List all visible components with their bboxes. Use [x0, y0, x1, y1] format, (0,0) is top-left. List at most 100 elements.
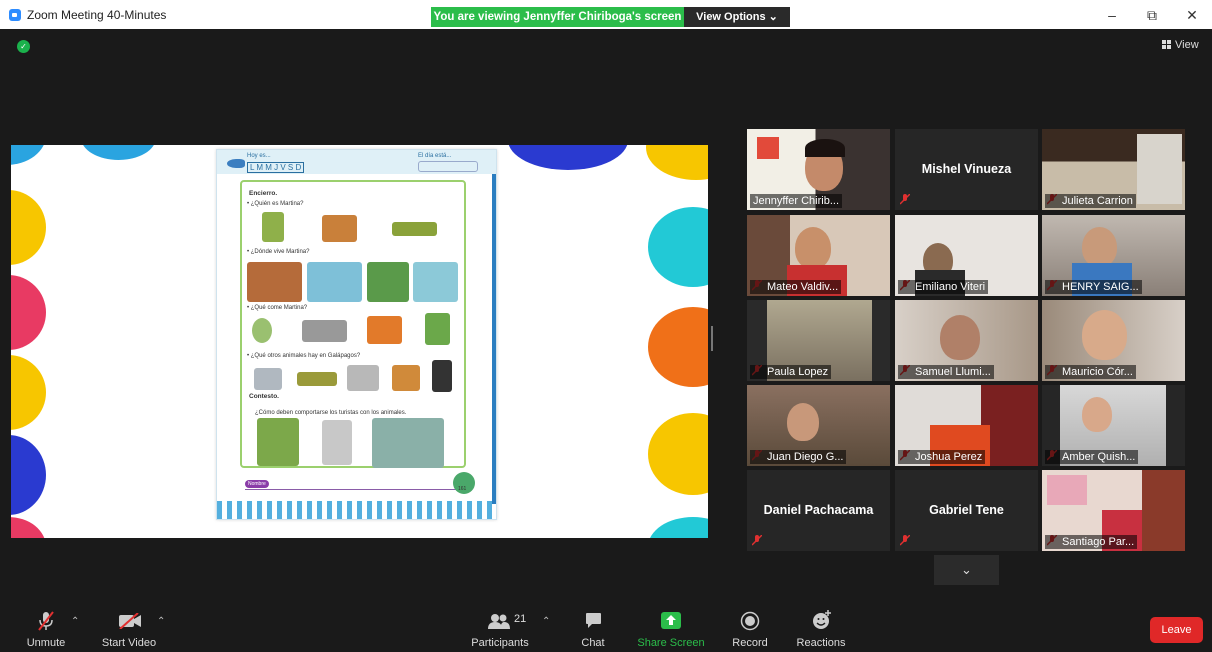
meeting-stage: ✓ View Hoy es... L M M J V S D El día es…: [0, 29, 1212, 602]
participant-name: Juan Diego G...: [750, 450, 847, 464]
view-layout-label: View: [1175, 39, 1199, 51]
participant-tile[interactable]: Amber Quish...: [1042, 385, 1185, 466]
decor-dot: [648, 517, 708, 538]
participant-tile[interactable]: Gabriel Tene: [895, 470, 1038, 551]
microphone-muted-icon: [38, 611, 54, 631]
participant-face: [795, 227, 831, 269]
participants-button[interactable]: 21 Participants: [466, 602, 534, 652]
participant-tile[interactable]: Emiliano Viteri: [895, 215, 1038, 296]
share-screen-button[interactable]: Share Screen: [636, 602, 706, 652]
reactions-button[interactable]: Reactions: [794, 602, 848, 652]
participant-tile[interactable]: Daniel Pachacama: [747, 470, 890, 551]
lettuce-image: [252, 318, 272, 343]
participant-tile[interactable]: Joshua Perez: [895, 385, 1038, 466]
unmute-button[interactable]: Unmute: [20, 602, 72, 652]
fish-icon: [227, 159, 245, 168]
participant-tile[interactable]: Julieta Carrion: [1042, 129, 1185, 210]
forest-image: [367, 262, 409, 302]
participant-face: [787, 403, 819, 441]
fruits-image: [367, 316, 402, 344]
mic-muted-icon: [752, 535, 762, 546]
page-number: 161: [458, 486, 467, 492]
chat-icon: [586, 613, 601, 628]
participant-tile[interactable]: Santiago Par...: [1042, 470, 1185, 551]
gallery-next-page-button[interactable]: ⌄: [934, 555, 999, 585]
participant-tile[interactable]: Paula Lopez: [747, 300, 890, 381]
participant-tile[interactable]: Juan Diego G...: [747, 385, 890, 466]
view-layout-button[interactable]: View: [1162, 39, 1199, 51]
participant-name: Emiliano Viteri: [898, 280, 989, 294]
nombre-label: Nombre: [245, 480, 269, 488]
house-image: [247, 262, 302, 302]
close-window-button[interactable]: ✕: [1177, 4, 1207, 26]
security-shield-icon[interactable]: ✓: [17, 40, 30, 53]
hair: [805, 139, 845, 157]
window-light: [1137, 134, 1182, 204]
share-screen-icon: [661, 612, 681, 629]
tortoise-rider-image: [257, 418, 299, 466]
participant-tile[interactable]: Mauricio Cór...: [1042, 300, 1185, 381]
participant-name: Joshua Perez: [898, 450, 986, 464]
viewing-screen-banner: You are viewing Jennyffer Chiriboga's sc…: [431, 7, 684, 27]
participants-options-caret[interactable]: ⌃: [542, 616, 550, 627]
participant-name: Daniel Pachacama: [763, 503, 874, 517]
dia-esta-label: El día está...: [418, 153, 452, 159]
participants-icon: [488, 614, 510, 629]
video-options-caret[interactable]: ⌃: [157, 616, 165, 627]
decor-dot: [646, 145, 708, 180]
meeting-toolbar: Unmute ⌃ Start Video ⌃ 21 Participants ⌃…: [0, 602, 1212, 652]
weather-icons: [418, 161, 478, 172]
sea-lion-image: [322, 215, 357, 242]
participant-tile[interactable]: Samuel Llumi...: [895, 300, 1038, 381]
participant-face: [940, 315, 980, 360]
decor-dot: [11, 517, 46, 538]
chevron-down-icon: ⌄: [961, 562, 972, 577]
participants-label: Participants: [471, 637, 529, 649]
participant-name: Paula Lopez: [750, 365, 832, 379]
leave-meeting-button[interactable]: Leave: [1150, 617, 1203, 643]
decor-dot: [11, 190, 46, 265]
participant-tile[interactable]: HENRY SAIG...: [1042, 215, 1185, 296]
fish-group-image: [302, 320, 347, 342]
worksheet-page: Hoy es... L M M J V S D El día está... E…: [216, 149, 497, 520]
restore-button[interactable]: ⧉: [1137, 4, 1167, 26]
minimize-button[interactable]: –: [1097, 4, 1127, 26]
section-encierro: Encierro.: [249, 190, 278, 197]
hoy-es-label: Hoy es...: [247, 153, 271, 159]
participant-tile[interactable]: Mishel Vinueza: [895, 129, 1038, 210]
wall-pictures: [1047, 475, 1087, 505]
participant-name: Amber Quish...: [1045, 450, 1139, 464]
audio-options-caret[interactable]: ⌃: [71, 616, 79, 627]
share-screen-label: Share Screen: [637, 637, 705, 649]
participant-name: Samuel Llumi...: [898, 365, 994, 379]
window-titlebar: Zoom Meeting 40-Minutes You are viewing …: [0, 0, 1212, 29]
decor-dot: [508, 145, 628, 170]
record-button[interactable]: Record: [728, 602, 772, 652]
section-contesto: Contesto.: [249, 393, 279, 400]
pond-image: [413, 262, 458, 302]
mic-muted-icon: [900, 535, 910, 546]
panel-splitter-handle[interactable]: [711, 326, 713, 351]
participant-name: Mishel Vinueza: [921, 162, 1012, 176]
iguana-image: [392, 222, 437, 236]
record-icon: [740, 611, 760, 631]
shared-screen[interactable]: Hoy es... L M M J V S D El día está... E…: [11, 145, 708, 538]
chat-button[interactable]: Chat: [574, 602, 612, 652]
decor-dot: [11, 275, 46, 350]
page-side-bar: [492, 174, 496, 504]
participant-name: Santiago Par...: [1045, 535, 1138, 549]
reactions-label: Reactions: [796, 637, 846, 649]
chat-label: Chat: [581, 637, 605, 649]
view-options-button[interactable]: View Options ⌄: [684, 7, 790, 27]
start-video-label: Start Video: [101, 637, 157, 649]
unmute-label: Unmute: [26, 637, 66, 649]
sea-lion-2-image: [392, 365, 420, 391]
decor-dot: [11, 355, 46, 430]
participant-face: [1082, 227, 1117, 267]
window-title: Zoom Meeting 40-Minutes: [27, 8, 167, 22]
cactus-image: [425, 313, 450, 345]
participant-tile[interactable]: Jennyffer Chirib...: [747, 129, 890, 210]
start-video-button[interactable]: Start Video: [98, 602, 160, 652]
decor-dot: [648, 307, 708, 387]
participant-tile[interactable]: Mateo Valdiv...: [747, 215, 890, 296]
